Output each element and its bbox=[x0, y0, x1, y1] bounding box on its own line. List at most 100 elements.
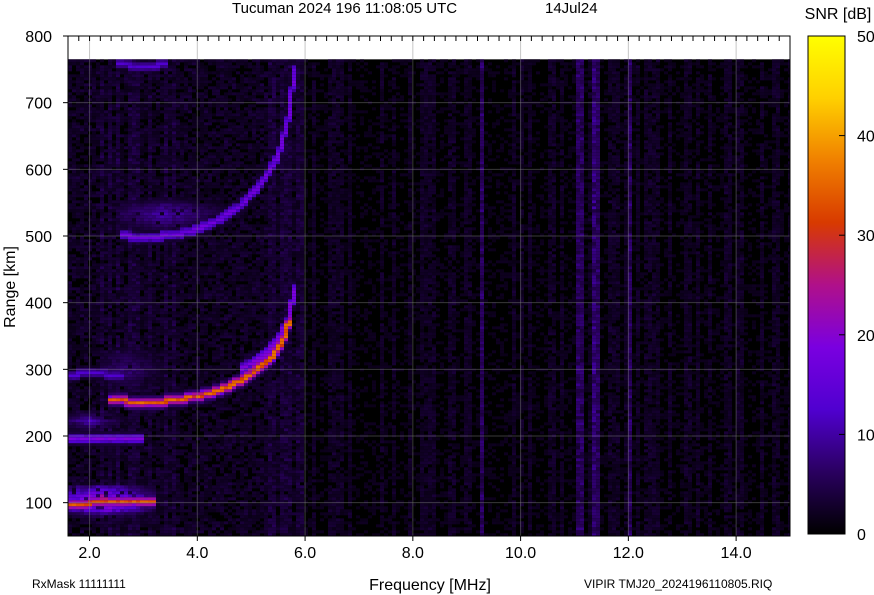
heatmap-cell bbox=[184, 479, 188, 483]
heatmap-cell bbox=[76, 299, 80, 303]
heatmap-cell bbox=[124, 62, 128, 66]
heatmap-cell bbox=[212, 197, 216, 201]
heatmap-cell bbox=[180, 359, 184, 363]
heatmap-cell bbox=[152, 269, 156, 273]
heatmap-cell bbox=[204, 68, 208, 72]
heatmap-cell bbox=[116, 389, 120, 393]
heatmap-cell bbox=[144, 293, 148, 297]
heatmap-cell bbox=[80, 365, 84, 369]
heatmap-cell bbox=[68, 266, 72, 270]
heatmap-cell bbox=[128, 188, 132, 192]
heatmap-cell bbox=[208, 71, 212, 75]
heatmap-cell bbox=[128, 230, 132, 234]
heatmap-cell bbox=[120, 299, 124, 303]
heatmap-cell bbox=[124, 179, 128, 183]
heatmap-cell bbox=[108, 317, 112, 321]
heatmap-cell bbox=[156, 509, 160, 513]
heatmap-cell bbox=[172, 83, 176, 87]
heatmap-cell bbox=[188, 95, 192, 99]
heatmap-cell bbox=[184, 515, 188, 519]
heatmap-cell bbox=[160, 398, 164, 402]
heatmap-cell bbox=[148, 143, 152, 147]
heatmap-cell bbox=[156, 461, 160, 465]
heatmap-cell bbox=[76, 92, 80, 96]
heatmap-cell bbox=[140, 131, 144, 135]
heatmap-cell bbox=[200, 122, 204, 126]
heatmap-cell bbox=[108, 263, 112, 267]
heatmap-cell bbox=[80, 179, 84, 183]
heatmap-cell bbox=[72, 257, 76, 261]
heatmap-cell bbox=[200, 377, 204, 381]
heatmap-cell bbox=[128, 143, 132, 147]
heatmap-cell bbox=[208, 59, 212, 63]
heatmap-cell bbox=[192, 371, 196, 375]
heatmap-cell bbox=[80, 308, 84, 312]
heatmap-cell bbox=[208, 317, 212, 321]
heatmap-cell bbox=[164, 113, 168, 117]
heatmap-cell bbox=[124, 518, 128, 522]
heatmap-cell bbox=[144, 236, 148, 240]
heatmap-cell bbox=[84, 422, 88, 426]
heatmap-cell bbox=[116, 257, 120, 261]
heatmap-cell bbox=[168, 383, 172, 387]
heatmap-cell bbox=[176, 215, 180, 219]
heatmap-cell bbox=[168, 386, 172, 390]
heatmap-cell bbox=[96, 332, 100, 336]
heatmap-cell bbox=[164, 524, 168, 528]
heatmap-cell bbox=[212, 374, 216, 378]
heatmap-cell bbox=[112, 263, 116, 267]
heatmap-cell bbox=[148, 458, 152, 462]
heatmap-cell bbox=[184, 392, 188, 396]
heatmap-cell bbox=[140, 143, 144, 147]
heatmap-cell bbox=[160, 476, 164, 480]
heatmap-cell bbox=[80, 65, 84, 69]
heatmap-cell bbox=[128, 158, 132, 162]
heatmap-cell bbox=[72, 518, 76, 522]
heatmap-cell bbox=[96, 272, 100, 276]
heatmap-cell bbox=[164, 92, 168, 96]
heatmap-cell bbox=[180, 104, 184, 108]
heatmap-cell bbox=[84, 266, 88, 270]
heatmap-cell bbox=[180, 80, 184, 84]
heatmap-cell bbox=[104, 116, 108, 120]
heatmap-cell bbox=[108, 284, 112, 288]
heatmap-cell bbox=[208, 410, 212, 414]
heatmap-cell bbox=[152, 530, 156, 534]
heatmap-cell bbox=[168, 518, 172, 522]
heatmap-cell bbox=[132, 497, 136, 501]
heatmap-cell bbox=[188, 398, 192, 402]
heatmap-cell bbox=[80, 461, 84, 465]
heatmap-cell bbox=[212, 410, 216, 414]
heatmap-cell bbox=[184, 275, 188, 279]
heatmap-cell bbox=[184, 293, 188, 297]
heatmap-cell bbox=[116, 509, 120, 513]
heatmap-cell bbox=[72, 341, 76, 345]
heatmap-cell bbox=[120, 209, 124, 213]
heatmap-cell bbox=[92, 143, 96, 147]
heatmap-cell bbox=[84, 365, 88, 369]
heatmap-cell bbox=[132, 335, 136, 339]
heatmap-cell bbox=[160, 146, 164, 150]
heatmap-cell bbox=[156, 80, 160, 84]
heatmap-cell bbox=[128, 410, 132, 414]
heatmap-cell bbox=[128, 293, 132, 297]
heatmap-cell bbox=[168, 359, 172, 363]
heatmap-cell bbox=[132, 431, 136, 435]
heatmap-cell bbox=[140, 380, 144, 384]
heatmap-cell bbox=[72, 350, 76, 354]
heatmap-cell bbox=[208, 152, 212, 156]
heatmap-cell bbox=[148, 425, 152, 429]
heatmap-cell bbox=[80, 443, 84, 447]
heatmap-cell bbox=[112, 347, 116, 351]
heatmap-cell bbox=[212, 353, 216, 357]
heatmap-cell bbox=[196, 296, 200, 300]
heatmap-cell bbox=[148, 218, 152, 222]
heatmap-cell bbox=[180, 308, 184, 312]
heatmap-cell bbox=[156, 140, 160, 144]
heatmap-cell bbox=[188, 506, 192, 510]
heatmap-cell bbox=[96, 122, 100, 126]
heatmap-cell bbox=[124, 326, 128, 330]
heatmap-cell bbox=[196, 479, 200, 483]
heatmap-cell bbox=[172, 218, 176, 222]
heatmap-cell bbox=[72, 353, 76, 357]
